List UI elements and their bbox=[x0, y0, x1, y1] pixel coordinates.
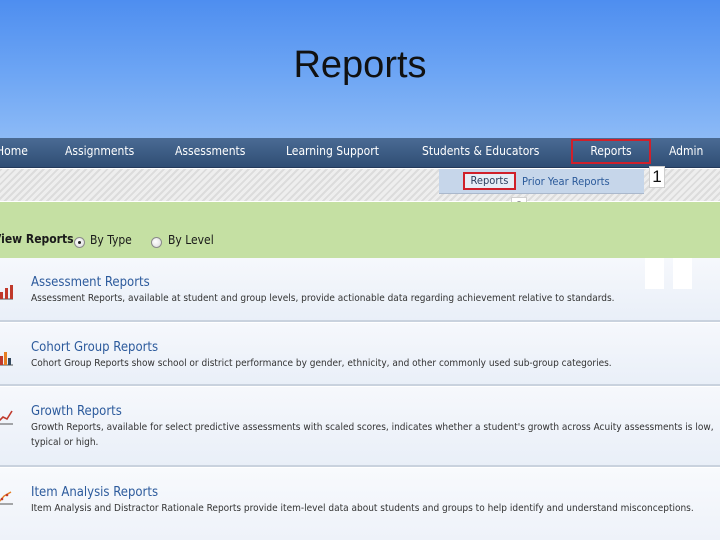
nav-assignments[interactable]: Assignments bbox=[65, 138, 134, 168]
nav-assessments[interactable]: Assessments bbox=[175, 138, 245, 168]
by-level-label[interactable]: By Level bbox=[168, 233, 214, 247]
growth-desc-line1: Growth Reports, available for select pre… bbox=[31, 422, 714, 433]
cohort-group-reports-link[interactable]: Cohort Group Reports bbox=[31, 340, 158, 355]
assessment-reports-link[interactable]: Assessment Reports bbox=[31, 275, 150, 290]
view-reports-label: View Reports bbox=[0, 232, 74, 246]
line-chart-icon bbox=[0, 410, 13, 425]
scatter-chart-icon bbox=[0, 491, 13, 505]
report-row-item-analysis: Item Analysis Reports Item Analysis and … bbox=[0, 468, 720, 540]
nav-reports[interactable]: Reports bbox=[571, 139, 651, 164]
item-analysis-reports-link[interactable]: Item Analysis Reports bbox=[31, 485, 158, 500]
white-block-right bbox=[673, 258, 692, 289]
main-nav: Home Assignments Assessments Learning Su… bbox=[0, 138, 720, 168]
growth-reports-description: Growth Reports, available for select pre… bbox=[31, 420, 720, 450]
reports-submenu: Reports Prior Year Reports bbox=[439, 169, 644, 194]
cohort-group-reports-description: Cohort Group Reports show school or dist… bbox=[31, 358, 612, 369]
report-row-cohort: Cohort Group Reports Cohort Group Report… bbox=[0, 323, 720, 386]
view-reports-bar: View Reports bbox=[0, 202, 720, 258]
grouped-bar-chart-icon bbox=[0, 352, 13, 366]
growth-desc-line2: typical or high. bbox=[31, 437, 99, 448]
slide-title: Reports bbox=[293, 44, 427, 86]
by-type-label[interactable]: By Type bbox=[90, 233, 132, 247]
nav-students-educators[interactable]: Students & Educators bbox=[422, 138, 539, 168]
bar-chart-icon bbox=[0, 285, 13, 300]
by-level-radio[interactable] bbox=[151, 237, 162, 248]
assessment-reports-description: Assessment Reports, available at student… bbox=[31, 293, 615, 304]
item-analysis-reports-description: Item Analysis and Distractor Rationale R… bbox=[31, 503, 694, 514]
nav-home[interactable]: Home bbox=[0, 138, 28, 168]
nav-admin[interactable]: Admin bbox=[669, 138, 703, 168]
nav-learning-support[interactable]: Learning Support bbox=[286, 138, 379, 168]
report-row-assessment: Assessment Reports Assessment Reports, a… bbox=[0, 258, 720, 322]
submenu-reports[interactable]: Reports bbox=[463, 172, 516, 190]
by-type-radio[interactable] bbox=[74, 237, 85, 248]
report-row-growth: Growth Reports Growth Reports, available… bbox=[0, 387, 720, 467]
growth-reports-link[interactable]: Growth Reports bbox=[31, 404, 122, 419]
white-block-left bbox=[645, 258, 664, 289]
callout-1: 1 bbox=[649, 166, 665, 188]
submenu-prior-year-reports[interactable]: Prior Year Reports bbox=[522, 175, 610, 189]
